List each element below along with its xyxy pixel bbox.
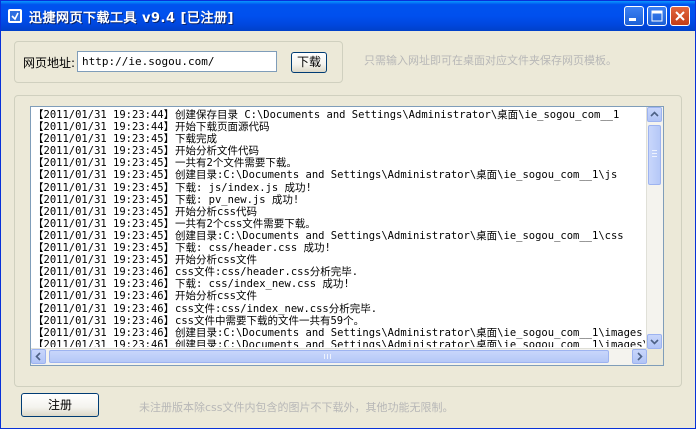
log-timestamp: 【2011/01/31 19:23:45】 bbox=[33, 157, 175, 170]
scrollbar-corner bbox=[647, 349, 663, 365]
hint-text-top: 只需输入网址即可在桌面对应文件夹保存网页模板。 bbox=[364, 54, 617, 67]
log-message: 创建目录:C:\Documents and Settings\Administr… bbox=[175, 229, 624, 242]
close-button[interactable] bbox=[670, 6, 690, 26]
log-timestamp: 【2011/01/31 19:23:45】 bbox=[33, 242, 175, 255]
log-timestamp: 【2011/01/31 19:23:44】 bbox=[33, 121, 175, 134]
log-message: 开始分析css代码 bbox=[175, 205, 257, 218]
log-timestamp: 【2011/01/31 19:23:46】 bbox=[33, 302, 175, 315]
log-message: 开始分析css文件 bbox=[175, 254, 257, 267]
log-entry: 【2011/01/31 19:23:46】开始分析css文件 bbox=[33, 290, 645, 302]
log-entry: 【2011/01/31 19:23:45】开始分析css代码 bbox=[33, 206, 645, 218]
log-entry: 【2011/01/31 19:23:45】下载: css/header.css … bbox=[33, 242, 645, 254]
log-lines: 【2011/01/31 19:23:44】创建保存目录 C:\Documents… bbox=[33, 109, 645, 347]
log-timestamp: 【2011/01/31 19:23:46】 bbox=[33, 290, 175, 303]
log-timestamp: 【2011/01/31 19:23:45】 bbox=[33, 145, 175, 158]
log-message: 开始分析文件代码 bbox=[175, 145, 259, 158]
horizontal-scroll-thumb[interactable] bbox=[49, 350, 609, 363]
log-entry: 【2011/01/31 19:23:45】下载: js/index.js 成功! bbox=[33, 182, 645, 194]
vertical-scroll-thumb[interactable] bbox=[648, 125, 661, 185]
chevron-left-icon bbox=[35, 352, 41, 361]
log-entry: 【2011/01/31 19:23:45】创建目录:C:\Documents a… bbox=[33, 230, 645, 242]
app-icon bbox=[8, 9, 22, 23]
log-timestamp: 【2011/01/31 19:23:45】 bbox=[33, 229, 175, 242]
log-timestamp: 【2011/01/31 19:23:46】 bbox=[33, 266, 175, 279]
log-entry: 【2011/01/31 19:23:45】创建目录:C:\Documents a… bbox=[33, 169, 645, 181]
url-input[interactable] bbox=[77, 51, 277, 72]
log-timestamp: 【2011/01/31 19:23:46】 bbox=[33, 314, 175, 327]
vertical-scrollbar[interactable] bbox=[646, 107, 663, 349]
log-timestamp: 【2011/01/31 19:23:46】 bbox=[33, 278, 175, 291]
scroll-right-button[interactable] bbox=[632, 349, 647, 364]
log-entry: 【2011/01/31 19:23:46】css文件中需要下载的文件一共有59个… bbox=[33, 315, 645, 327]
log-timestamp: 【2011/01/31 19:23:45】 bbox=[33, 133, 175, 146]
log-entry: 【2011/01/31 19:23:45】下载: pv_new.js 成功! bbox=[33, 194, 645, 206]
log-message: 下载: css/index_new.css 成功! bbox=[175, 278, 350, 291]
log-entry: 【2011/01/31 19:23:44】开始下载页面源代码 bbox=[33, 121, 645, 133]
log-message: 下载: js/index.js 成功! bbox=[175, 181, 312, 194]
log-message: 创建目录:C:\Documents and Settings\Administr… bbox=[175, 338, 645, 347]
log-timestamp: 【2011/01/31 19:23:45】 bbox=[33, 181, 175, 194]
log-entry: 【2011/01/31 19:23:46】创建目录:C:\Documents a… bbox=[33, 327, 645, 339]
log-message: 一共有2个css文件需要下载。 bbox=[175, 217, 316, 230]
log-message: 开始分析css文件 bbox=[175, 290, 257, 303]
log-timestamp: 【2011/01/31 19:23:45】 bbox=[33, 205, 175, 218]
log-entry: 【2011/01/31 19:23:45】开始分析文件代码 bbox=[33, 145, 645, 157]
log-entry: 【2011/01/31 19:23:46】css文件:css/header.cs… bbox=[33, 266, 645, 278]
log-entry: 【2011/01/31 19:23:46】创建目录:C:\Documents a… bbox=[33, 339, 645, 347]
log-entry: 【2011/01/31 19:23:45】一共有2个文件需要下载。 bbox=[33, 157, 645, 169]
log-timestamp: 【2011/01/31 19:23:45】 bbox=[33, 217, 175, 230]
log-timestamp: 【2011/01/31 19:23:44】 bbox=[33, 109, 175, 121]
log-message: 创建目录:C:\Documents and Settings\Administr… bbox=[175, 169, 618, 182]
log-message: 开始下载页面源代码 bbox=[175, 121, 270, 134]
window-title: 迅捷网页下载工具 v9.4 [已注册] bbox=[29, 11, 234, 26]
log-message: 下载完成 bbox=[175, 133, 217, 146]
log-entry: 【2011/01/31 19:23:45】开始分析css文件 bbox=[33, 254, 645, 266]
horizontal-scrollbar[interactable] bbox=[31, 348, 647, 365]
title-bar[interactable]: 迅捷网页下载工具 v9.4 [已注册] bbox=[1, 1, 695, 31]
log-message: 一共有2个文件需要下载。 bbox=[175, 157, 297, 170]
register-button[interactable]: 注册 bbox=[21, 393, 99, 417]
app-window: 迅捷网页下载工具 v9.4 [已注册] 网页地址: 下载 只需输入网址即可在桌面… bbox=[0, 0, 696, 429]
log-entry: 【2011/01/31 19:23:46】css文件:css/index_new… bbox=[33, 303, 645, 315]
chevron-right-icon bbox=[637, 352, 643, 361]
log-timestamp: 【2011/01/31 19:23:45】 bbox=[33, 169, 175, 182]
url-panel: 网页地址: 下载 bbox=[14, 41, 343, 83]
log-message: 下载: css/header.css 成功! bbox=[175, 242, 331, 255]
log-list[interactable]: 【2011/01/31 19:23:44】创建保存目录 C:\Documents… bbox=[30, 106, 664, 366]
log-message: 创建保存目录 C:\Documents and Settings\Adminis… bbox=[175, 109, 620, 121]
log-message: css文件:css/header.css分析完毕. bbox=[175, 266, 359, 279]
log-message: 创建目录:C:\Documents and Settings\Administr… bbox=[175, 326, 643, 339]
minimize-icon bbox=[629, 18, 636, 21]
url-label: 网页地址: bbox=[23, 56, 76, 70]
maximize-button[interactable] bbox=[647, 6, 667, 26]
log-panel: 【2011/01/31 19:23:44】创建保存目录 C:\Documents… bbox=[14, 95, 682, 387]
log-entry: 【2011/01/31 19:23:46】下载: css/index_new.c… bbox=[33, 278, 645, 290]
log-message: css文件中需要下载的文件一共有59个。 bbox=[175, 314, 365, 327]
scroll-up-button[interactable] bbox=[647, 107, 662, 122]
minimize-button[interactable] bbox=[624, 6, 644, 26]
scroll-left-button[interactable] bbox=[31, 349, 46, 364]
log-message: css文件:css/index_new.css分析完毕. bbox=[175, 302, 378, 315]
log-timestamp: 【2011/01/31 19:23:45】 bbox=[33, 254, 175, 267]
log-timestamp: 【2011/01/31 19:23:46】 bbox=[33, 338, 175, 347]
maximize-icon bbox=[651, 10, 663, 22]
chevron-down-icon bbox=[650, 339, 659, 345]
log-entry: 【2011/01/31 19:23:45】一共有2个css文件需要下载。 bbox=[33, 218, 645, 230]
log-entry: 【2011/01/31 19:23:44】创建保存目录 C:\Documents… bbox=[33, 109, 645, 121]
close-icon bbox=[675, 11, 685, 21]
log-message: 下载: pv_new.js 成功! bbox=[175, 193, 300, 206]
scroll-down-button[interactable] bbox=[647, 334, 662, 349]
chevron-up-icon bbox=[650, 111, 659, 117]
log-entry: 【2011/01/31 19:23:45】下载完成 bbox=[33, 133, 645, 145]
download-button[interactable]: 下载 bbox=[291, 52, 327, 73]
log-timestamp: 【2011/01/31 19:23:46】 bbox=[33, 326, 175, 339]
hint-text-bottom: 未注册版本除css文件内包含的图片不下载外，其他功能无限制。 bbox=[139, 401, 454, 414]
log-timestamp: 【2011/01/31 19:23:45】 bbox=[33, 193, 175, 206]
